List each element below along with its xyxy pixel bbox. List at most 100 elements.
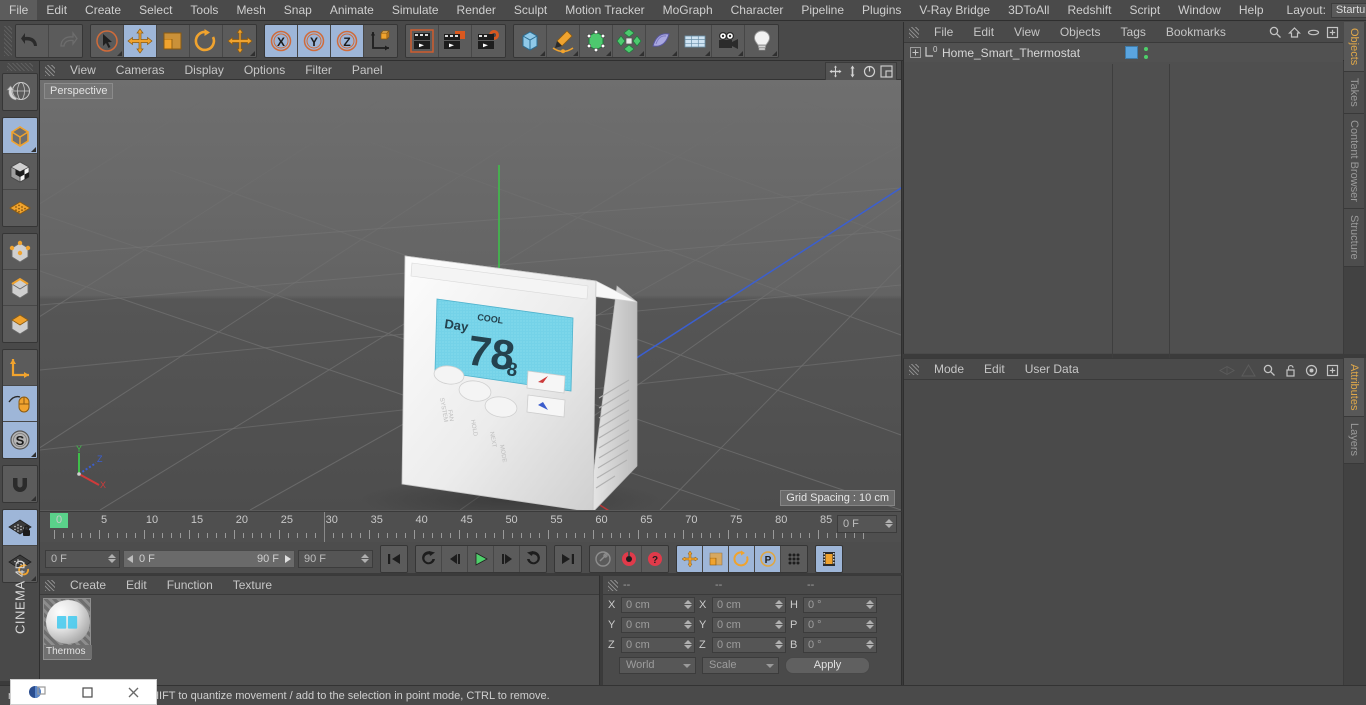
coord-rot-input-h[interactable]: 0 ° — [803, 597, 877, 613]
menu-script[interactable]: Script — [1120, 0, 1169, 20]
transform-mode-dropdown[interactable]: Scale — [702, 656, 779, 674]
model-mode-icon[interactable] — [2, 154, 37, 190]
menu-simulate[interactable]: Simulate — [383, 0, 448, 20]
tab-layers[interactable]: Layers — [1344, 417, 1364, 464]
render-view-icon[interactable] — [406, 24, 439, 57]
spinner-icon[interactable] — [885, 519, 893, 528]
viewport-menu-display[interactable]: Display — [174, 61, 233, 79]
scene-environment-icon[interactable] — [646, 24, 679, 57]
timeline-playhead[interactable] — [323, 512, 325, 542]
object-name[interactable]: Home_Smart_Thermostat — [942, 46, 1080, 60]
attr-menu-edit[interactable]: Edit — [974, 360, 1015, 378]
menu-3dtoall[interactable]: 3DToAll — [999, 0, 1058, 20]
undo-view-icon[interactable] — [2, 74, 37, 110]
coord-rot-input-b[interactable]: 0 ° — [803, 637, 877, 653]
step-forward-icon[interactable] — [494, 546, 520, 572]
left-toolbar-grip[interactable] — [6, 63, 33, 71]
timeline-end-field[interactable]: 90 F — [298, 550, 373, 568]
step-back-icon[interactable] — [442, 546, 468, 572]
dolly-icon[interactable] — [845, 64, 860, 79]
material-menu-texture[interactable]: Texture — [223, 576, 282, 594]
menu-mesh[interactable]: Mesh — [227, 0, 274, 20]
object-tree[interactable]: 0 Home_Smart_Thermostat — [904, 43, 1343, 374]
polygons-mode-icon[interactable] — [2, 306, 37, 342]
menu-create[interactable]: Create — [76, 0, 130, 20]
tab-takes[interactable]: Takes — [1344, 72, 1364, 115]
menu-motion-tracker[interactable]: Motion Tracker — [556, 0, 653, 20]
undo-icon[interactable] — [16, 24, 49, 57]
viewport-menu-view[interactable]: View — [60, 61, 106, 79]
previous-key-icon[interactable] — [416, 546, 442, 572]
scale-icon[interactable] — [157, 24, 190, 57]
deformer-icon[interactable] — [613, 24, 646, 57]
coord-rot-input-p[interactable]: 0 ° — [803, 617, 877, 633]
pan-icon[interactable] — [828, 64, 843, 79]
menu-mograph[interactable]: MoGraph — [654, 0, 722, 20]
parameter-key-icon[interactable] — [781, 546, 807, 572]
apply-button[interactable]: Apply — [785, 656, 870, 674]
menu-tools[interactable]: Tools — [181, 0, 227, 20]
viewport-grip[interactable] — [45, 64, 55, 76]
spinner-icon[interactable] — [361, 554, 369, 563]
attribute-content-area[interactable] — [904, 380, 1343, 685]
c4d-app-icon[interactable] — [28, 684, 48, 700]
z-axis-icon[interactable]: Z — [331, 24, 364, 57]
close-window-icon[interactable] — [127, 686, 140, 699]
tab-content-browser[interactable]: Content Browser — [1344, 114, 1364, 209]
material-menu-create[interactable]: Create — [60, 576, 116, 594]
menu-animate[interactable]: Animate — [321, 0, 383, 20]
keyframe-selection-icon[interactable]: ? — [642, 546, 668, 572]
coord-pos-input-y[interactable]: 0 cm — [621, 617, 695, 633]
y-axis-icon[interactable]: Y — [298, 24, 331, 57]
menu-sculpt[interactable]: Sculpt — [505, 0, 556, 20]
coord-size-input-y[interactable]: 0 cm — [712, 617, 786, 633]
lock-icon[interactable] — [1282, 362, 1298, 378]
menu-window[interactable]: Window — [1169, 0, 1230, 20]
obj-menu-file[interactable]: File — [924, 23, 963, 41]
go-to-start-icon[interactable] — [381, 546, 407, 572]
viewport-menu-panel[interactable]: Panel — [342, 61, 393, 79]
menu-snap[interactable]: Snap — [275, 0, 321, 20]
tab-attributes[interactable]: Attributes — [1344, 358, 1364, 418]
viewport-menu-options[interactable]: Options — [234, 61, 295, 79]
object-tree-row[interactable]: 0 Home_Smart_Thermostat — [904, 43, 1343, 62]
rotate-view-icon[interactable] — [862, 64, 877, 79]
viewport-3d-canvas[interactable]: Perspective Grid Spacing : 10 cm 78 8 Da… — [40, 80, 901, 510]
texture-axis-icon[interactable] — [2, 190, 37, 226]
plus-box-icon[interactable] — [1324, 24, 1340, 40]
move-icon[interactable] — [124, 24, 157, 57]
play-icon[interactable] — [468, 546, 494, 572]
obj-menu-objects[interactable]: Objects — [1050, 23, 1111, 41]
go-to-end-icon[interactable] — [555, 546, 581, 572]
spinner-icon[interactable] — [866, 600, 874, 609]
coord-size-input-z[interactable]: 0 cm — [712, 637, 786, 653]
menu-file[interactable]: File — [0, 0, 38, 20]
coordinates-grip[interactable] — [608, 579, 618, 591]
timeline-frame-field[interactable]: 0 F — [837, 515, 897, 533]
record-icon[interactable] — [616, 546, 642, 572]
menu-plugins[interactable]: Plugins — [853, 0, 910, 20]
capsule-icon[interactable] — [1305, 24, 1321, 40]
tab-objects[interactable]: Objects — [1344, 22, 1364, 73]
spinner-icon[interactable] — [866, 640, 874, 649]
attr-menu-user-data[interactable]: User Data — [1015, 360, 1089, 378]
material-swatch[interactable]: Thermos — [43, 598, 92, 660]
menu-vray-bridge[interactable]: V-Ray Bridge — [910, 0, 999, 20]
home-icon[interactable] — [1286, 24, 1302, 40]
material-menu-function[interactable]: Function — [157, 576, 223, 594]
forward-nav-icon[interactable] — [1240, 362, 1256, 378]
floor-grid-icon[interactable] — [679, 24, 712, 57]
coord-pos-input-x[interactable]: 0 cm — [621, 597, 695, 613]
magnet-icon[interactable] — [2, 466, 37, 502]
layout-dropdown[interactable]: Startup — [1330, 2, 1366, 18]
obj-menu-view[interactable]: View — [1004, 23, 1050, 41]
spinner-icon[interactable] — [684, 640, 692, 649]
target-icon[interactable] — [1303, 362, 1319, 378]
timeline-ruler[interactable]: 051015202530354045505560657075808590 0 F — [40, 512, 901, 542]
rotation-key-icon[interactable] — [729, 546, 755, 572]
obj-menu-edit[interactable]: Edit — [963, 23, 1004, 41]
cube-primitive-icon[interactable] — [514, 24, 547, 57]
menu-pipeline[interactable]: Pipeline — [792, 0, 853, 20]
rotate-icon[interactable] — [190, 24, 223, 57]
tab-structure[interactable]: Structure — [1344, 208, 1364, 267]
